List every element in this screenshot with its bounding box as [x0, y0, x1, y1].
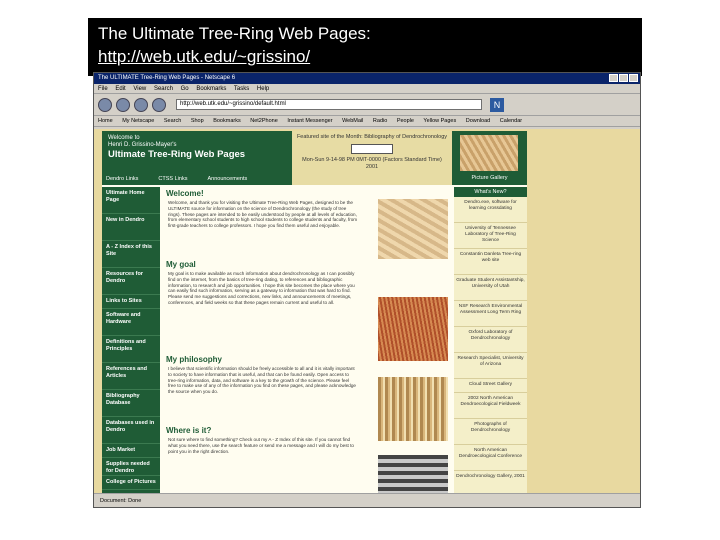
whats-new-item[interactable]: Oxford Laboratory of Dendrochronology	[454, 327, 527, 353]
netscape-logo-icon: N	[490, 97, 504, 112]
sidebar-item[interactable]: College of Pictures	[102, 476, 160, 490]
slide-header: The Ultimate Tree-Ring Web Pages: http:/…	[88, 18, 642, 76]
address-bar[interactable]: http://web.utk.edu/~grissino/default.htm…	[176, 99, 482, 110]
minimize-button[interactable]	[609, 74, 618, 82]
top-nav-ctss-links[interactable]: CTSS Links	[158, 176, 187, 182]
page-viewport: Welcome to Henri D. Grissino-Mayer's Ult…	[94, 129, 640, 497]
bookmark-item[interactable]: People	[397, 118, 414, 124]
main-content: Welcome! Welcome, and thank you for visi…	[162, 187, 452, 493]
window-titlebar: The ULTIMATE Tree-Ring Web Pages - Netsc…	[94, 73, 640, 84]
sidebar-item[interactable]: Databases used in Dendro	[102, 417, 160, 444]
menu-file[interactable]: File	[98, 86, 108, 92]
navigation-toolbar: http://web.utk.edu/~grissino/default.htm…	[94, 94, 640, 116]
sidebar-item[interactable]: References and Articles	[102, 363, 160, 390]
whats-new-item[interactable]: Cloud Street Gallery	[454, 379, 527, 393]
sidebar-item[interactable]: Software and Hardware	[102, 309, 160, 336]
menu-help[interactable]: Help	[257, 86, 269, 92]
sidebar-item[interactable]: Supplies needed for Dendro	[102, 458, 160, 476]
tree-ring-photo	[378, 377, 448, 441]
maximize-button[interactable]	[619, 74, 628, 82]
back-icon[interactable]	[98, 97, 112, 112]
whats-new-item[interactable]: Research Specialist, University of Arizo…	[454, 353, 527, 379]
reload-icon[interactable]	[134, 97, 148, 112]
sidebar-item[interactable]: Links to Sites	[102, 295, 160, 309]
section-heading: My goal	[166, 260, 196, 269]
bookmark-item[interactable]: Search	[164, 118, 181, 124]
gallery-panel: Picture Gallery	[452, 131, 527, 185]
bookmark-item[interactable]: Instant Messenger	[287, 118, 332, 124]
whats-new-item[interactable]: Graduate Student Assistantship, Universi…	[454, 275, 527, 301]
stop-icon[interactable]	[152, 97, 166, 112]
sidebar-item[interactable]: Bibliography Database	[102, 390, 160, 417]
window-controls	[608, 74, 638, 87]
whats-new-item[interactable]: North American Dendroecological Conferen…	[454, 445, 527, 471]
bookmark-item[interactable]: Yellow Pages	[423, 118, 456, 124]
bookmark-item[interactable]: Radio	[373, 118, 387, 124]
bookmark-item[interactable]: WebMail	[342, 118, 363, 124]
whats-new-item[interactable]: Photographs of Dendrochronology	[454, 419, 527, 445]
bookmark-item[interactable]: Home	[98, 118, 113, 124]
forward-icon[interactable]	[116, 97, 130, 112]
gallery-thumbnail[interactable]	[460, 135, 518, 171]
personal-toolbar: Home My Netscape Search Shop Bookmarks N…	[94, 116, 640, 127]
section-text: I believe that scientific information sh…	[168, 366, 356, 395]
menu-go[interactable]: Go	[181, 86, 189, 92]
sidebar-item[interactable]: A - Z Index of this Site	[102, 241, 160, 268]
sidebar-item[interactable]: Resources for Dendro	[102, 268, 160, 295]
section-text: Welcome, and thank you for visiting the …	[168, 200, 358, 229]
tree-ring-photo	[378, 455, 448, 493]
window-title: The ULTIMATE Tree-Ring Web Pages - Netsc…	[98, 75, 236, 81]
sidebar-item[interactable]: Job Market	[102, 444, 160, 458]
browser-window: The ULTIMATE Tree-Ring Web Pages - Netsc…	[93, 72, 641, 508]
whats-new-item[interactable]: Dendro.exe, software for learning crossd…	[454, 197, 527, 223]
bookmark-item[interactable]: Net2Phone	[250, 118, 278, 124]
tree-ring-photo	[378, 199, 448, 259]
status-bar: Document: Done	[94, 493, 640, 507]
whats-new-item[interactable]: University of Tennessee Laboratory of Tr…	[454, 223, 527, 249]
bookmark-item[interactable]: Calendar	[500, 118, 522, 124]
status-text: Document: Done	[100, 498, 142, 504]
gallery-caption[interactable]: Picture Gallery	[452, 175, 527, 181]
welcome-line: Welcome to	[108, 135, 140, 141]
slide-title: The Ultimate Tree-Ring Web Pages:	[98, 24, 371, 43]
whats-new-item[interactable]: Constantin Danleta Tree-ring web site	[454, 249, 527, 275]
whats-new-column: What's New? Dendro.exe, software for lea…	[454, 187, 527, 497]
bookmark-item[interactable]: My Netscape	[122, 118, 154, 124]
bookmark-item[interactable]: Shop	[191, 118, 204, 124]
featured-panel: Featured site of the Month: Bibliography…	[292, 131, 452, 185]
slide-url[interactable]: http://web.utk.edu/~grissino/	[98, 45, 632, 68]
menu-view[interactable]: View	[133, 86, 146, 92]
top-nav-dendro-links[interactable]: Dendro Links	[106, 176, 138, 182]
clock-text: Mon-Sun 9-14-98 PM 0MT-0000 (Factors Sta…	[302, 157, 442, 170]
section-text: My goal is to make available as much inf…	[168, 271, 355, 305]
sidebar-item[interactable]: Definitions and Principles	[102, 336, 160, 363]
menu-bookmarks[interactable]: Bookmarks	[196, 86, 226, 92]
whats-new-heading: What's New?	[454, 187, 527, 197]
close-button[interactable]	[629, 74, 638, 82]
top-nav-announcements[interactable]: Announcements	[207, 176, 247, 182]
author-line: Henri D. Grissino-Mayer's	[108, 142, 177, 148]
sidebar-item[interactable]: New in Dendro	[102, 214, 160, 241]
bookmark-item[interactable]: Bookmarks	[213, 118, 241, 124]
whats-new-item[interactable]: 2002 North American Dendroecological Fie…	[454, 393, 527, 419]
section-heading: Welcome!	[166, 189, 204, 198]
bookmark-item[interactable]: Download	[466, 118, 490, 124]
web-page: Welcome to Henri D. Grissino-Mayer's Ult…	[102, 131, 527, 497]
whats-new-item[interactable]: NSF Research Environmental Assessment Lo…	[454, 301, 527, 327]
menu-edit[interactable]: Edit	[115, 86, 125, 92]
site-search-box[interactable]	[351, 144, 393, 154]
menu-search[interactable]: Search	[154, 86, 173, 92]
menu-bar: File Edit View Search Go Bookmarks Tasks…	[94, 84, 640, 94]
tree-ring-photo	[378, 297, 448, 361]
menu-tasks[interactable]: Tasks	[234, 86, 249, 92]
site-sidebar: Ultimate Home Page New in Dendro A - Z I…	[102, 187, 160, 493]
sidebar-item[interactable]: Ultimate Home Page	[102, 187, 160, 214]
site-top-nav: Dendro Links CTSS Links Announcements	[102, 173, 292, 185]
section-text: Not sure where to find something? Check …	[168, 437, 354, 454]
site-title: Ultimate Tree-Ring Web Pages	[108, 149, 246, 160]
featured-text[interactable]: Featured site of the Month: Bibliography…	[296, 134, 448, 141]
